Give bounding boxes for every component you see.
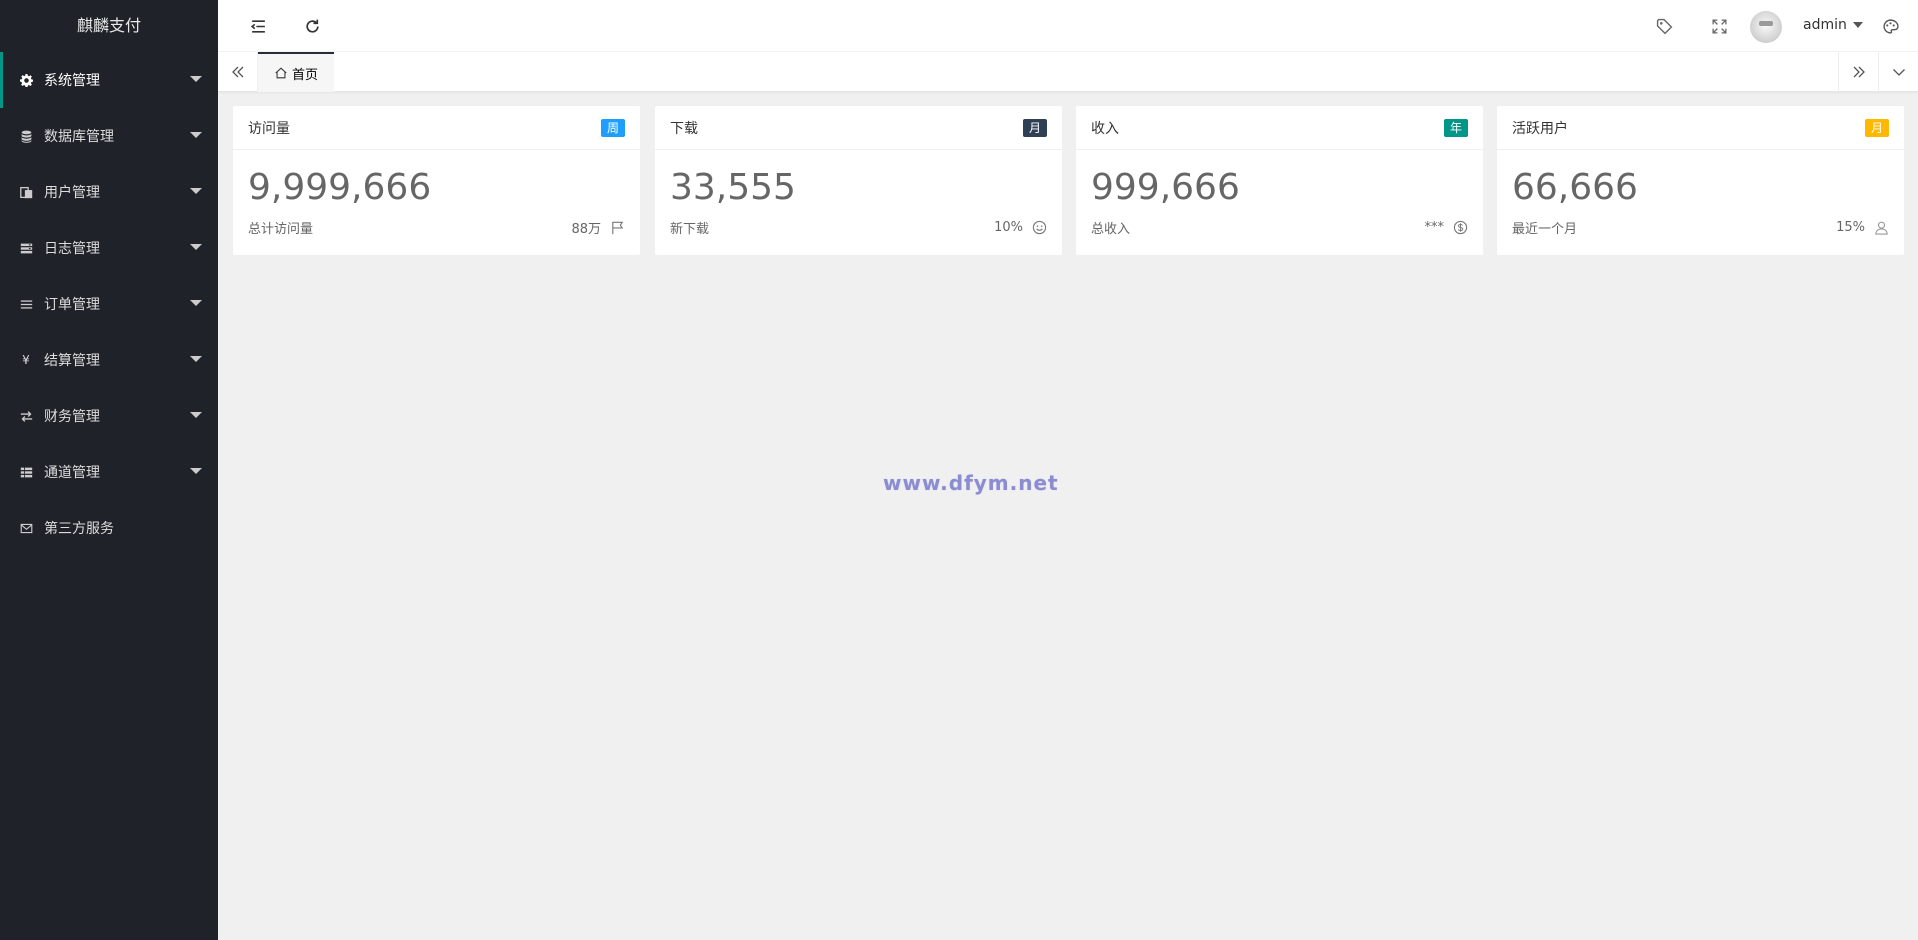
card-badge: 月 [1864,118,1889,137]
tabs-scroll-left-icon[interactable] [218,52,258,92]
stat-card-downloads: 下载 月 33,555 新下载 10% [655,106,1062,255]
log-icon [18,240,34,256]
sidebar-item-label: 订单管理 [44,297,100,313]
chevron-down-icon [190,412,202,418]
fullscreen-icon[interactable] [1707,14,1731,38]
chevron-down-icon [190,468,202,474]
channel-icon [18,464,34,480]
card-value: 999,666 [1091,167,1240,208]
card-header: 下载 月 [655,106,1062,150]
avatar[interactable] [1750,11,1782,43]
gear-icon [18,72,34,88]
card-subtitle: 最近一个月 [1512,222,1578,237]
card-header: 访问量 周 [233,106,640,150]
card-value: 33,555 [670,167,796,208]
transfer-icon [18,408,34,424]
card-value: 9,999,666 [248,167,432,208]
tab-home[interactable]: 首页 [258,52,335,92]
stat-card-active-users: 活跃用户 月 66,666 最近一个月 15% [1497,106,1904,255]
card-title: 收入 [1091,120,1119,137]
sidebar-item-finance[interactable]: 财务管理 [0,388,218,444]
refresh-icon[interactable] [300,14,324,38]
watermark-text: www.dfym.net [883,471,1059,495]
dollar-icon [1452,220,1468,236]
sidebar-item-label: 结算管理 [44,353,100,369]
sidebar-item-settlement[interactable]: ¥ 结算管理 [0,332,218,388]
card-right-text: 88万 [571,222,601,237]
chevron-down-icon [190,132,202,138]
user-menu[interactable]: admin [1803,17,1863,33]
tab-home-label: 首页 [292,67,319,83]
users-icon [18,184,34,200]
stat-card-visits: 访问量 周 9,999,666 总计访问量 88万 [233,106,640,255]
chevron-down-icon [1852,22,1863,28]
flag-icon [609,220,625,236]
card-header: 活跃用户 月 [1497,106,1904,150]
sidebar-item-orders[interactable]: 订单管理 [0,276,218,332]
sidebar-item-label: 财务管理 [44,409,100,425]
sidebar-item-label: 数据库管理 [44,129,114,145]
sidebar-item-channels[interactable]: 通道管理 [0,444,218,500]
smile-icon [1031,220,1047,236]
tabs-bar: 首页 [218,52,1918,92]
sidebar-menu: 系统管理 数据库管理 用户管理 日志管理 订单管理 ¥ 结算管理 财务管理 通道… [0,52,218,556]
card-value: 66,666 [1512,167,1638,208]
chevron-down-icon [190,356,202,362]
tabs-dropdown-icon[interactable] [1878,52,1918,92]
chevron-down-icon [190,300,202,306]
mail-icon [18,520,34,536]
card-right-text: 15% [1836,220,1865,235]
sidebar-item-logs[interactable]: 日志管理 [0,220,218,276]
card-title: 下载 [670,120,698,137]
sidebar: 麒麟支付 系统管理 数据库管理 用户管理 日志管理 订单管理 ¥ 结算管理 财务… [0,0,218,940]
card-title: 访问量 [248,120,290,137]
sidebar-item-users[interactable]: 用户管理 [0,164,218,220]
top-header: admin [218,0,1918,52]
card-subtitle: 总收入 [1091,222,1131,237]
sidebar-item-label: 第三方服务 [44,521,114,537]
sidebar-item-system[interactable]: 系统管理 [0,52,218,108]
list-icon [18,296,34,312]
user-name: admin [1803,17,1847,33]
card-subtitle: 总计访问量 [248,222,314,237]
tag-icon[interactable] [1652,14,1676,38]
card-subtitle: 新下载 [670,222,710,237]
card-badge: 月 [1022,118,1047,137]
sidebar-item-label: 系统管理 [44,73,100,89]
card-right-text: *** [1424,220,1445,235]
tabs-scroll-right-icon[interactable] [1838,52,1878,92]
card-badge: 年 [1443,118,1468,137]
sidebar-item-database[interactable]: 数据库管理 [0,108,218,164]
database-icon [18,128,34,144]
chevron-down-icon [190,244,202,250]
chevron-down-icon [190,76,202,82]
sidebar-item-third-party[interactable]: 第三方服务 [0,500,218,556]
app-logo-title[interactable]: 麒麟支付 [0,0,218,52]
sidebar-item-label: 日志管理 [44,241,100,257]
collapse-menu-icon[interactable] [246,14,270,38]
home-icon [275,67,287,79]
card-badge: 周 [600,118,625,137]
chevron-down-icon [190,188,202,194]
card-right-text: 10% [994,220,1023,235]
sidebar-item-label: 通道管理 [44,465,100,481]
user-icon [1873,220,1889,236]
card-title: 活跃用户 [1512,120,1568,137]
card-header: 收入 年 [1076,106,1483,150]
sidebar-item-label: 用户管理 [44,185,100,201]
theme-icon[interactable] [1878,14,1902,38]
stat-card-income: 收入 年 999,666 总收入 *** [1076,106,1483,255]
yen-icon: ¥ [22,353,30,367]
